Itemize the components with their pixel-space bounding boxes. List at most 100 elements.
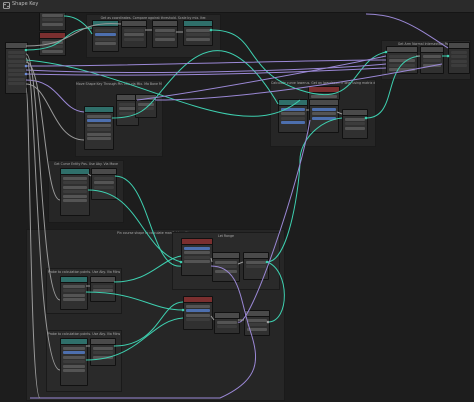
- node-header: [215, 313, 239, 319]
- node-field[interactable]: [63, 176, 87, 180]
- node-field[interactable]: [42, 49, 63, 53]
- node-field[interactable]: [63, 346, 85, 350]
- math-node-bc-3[interactable]: [244, 310, 270, 336]
- node-field[interactable]: [247, 327, 267, 331]
- node-row: [94, 176, 114, 180]
- math-node-tc-4[interactable]: [183, 20, 213, 46]
- node-field[interactable]: [345, 126, 365, 130]
- compare-node-rt-1[interactable]: [386, 46, 418, 74]
- node-field[interactable]: [217, 320, 237, 324]
- node-header: [61, 277, 87, 283]
- node-field[interactable]: [389, 59, 415, 62]
- range-node-bi-2[interactable]: [212, 252, 240, 282]
- math-node-tc-1[interactable]: [92, 20, 119, 52]
- node-field[interactable]: [389, 68, 415, 71]
- node-field[interactable]: [186, 28, 210, 32]
- node-header: [184, 297, 212, 303]
- group-output-node[interactable]: [448, 42, 470, 74]
- node-field[interactable]: [247, 318, 267, 322]
- node-editor-icon[interactable]: [3, 2, 10, 9]
- node-field[interactable]: [311, 94, 337, 98]
- node-field[interactable]: [155, 37, 175, 41]
- node-field[interactable]: [93, 346, 113, 350]
- node-field[interactable]: [93, 289, 113, 292]
- node-header: [244, 253, 268, 259]
- group-node-bc-1[interactable]: [183, 296, 213, 330]
- node-field[interactable]: [281, 107, 305, 111]
- node-field[interactable]: [95, 33, 116, 36]
- node-field[interactable]: [63, 351, 85, 354]
- range-node-bi-1[interactable]: [181, 238, 213, 276]
- node-field[interactable]: [184, 246, 210, 250]
- node-field[interactable]: [138, 102, 154, 106]
- node-field[interactable]: [186, 313, 210, 317]
- node-row: [451, 55, 467, 58]
- node-field[interactable]: [95, 42, 116, 45]
- node-field[interactable]: [63, 298, 85, 301]
- node-field[interactable]: [63, 284, 85, 288]
- node-field[interactable]: [87, 137, 111, 140]
- node-field[interactable]: [155, 28, 175, 32]
- node-field[interactable]: [186, 309, 210, 312]
- vector-node-ml-3[interactable]: [135, 94, 157, 118]
- node-field[interactable]: [423, 63, 441, 67]
- probe-node-ls2-1[interactable]: [60, 338, 88, 386]
- node-row: [63, 360, 85, 363]
- node-field[interactable]: [312, 116, 336, 120]
- position-node-ll-1[interactable]: [60, 168, 90, 216]
- node-field[interactable]: [87, 132, 111, 136]
- matrix-node-rm-4[interactable]: [342, 109, 368, 139]
- probe-node-ls1-2[interactable]: [90, 276, 116, 302]
- node-field[interactable]: [423, 54, 441, 58]
- math-node-tc-3[interactable]: [152, 20, 178, 48]
- node-field[interactable]: [42, 22, 63, 26]
- node-row: [42, 45, 63, 48]
- node-row: [451, 64, 467, 67]
- node-field[interactable]: [93, 355, 113, 359]
- node-field[interactable]: [215, 260, 237, 264]
- node-field[interactable]: [246, 260, 266, 264]
- node-field[interactable]: [87, 123, 111, 127]
- node-header: [182, 239, 212, 245]
- position-node-ll-2[interactable]: [91, 168, 117, 200]
- node-field[interactable]: [281, 112, 305, 115]
- math-node-bc-2[interactable]: [214, 312, 240, 334]
- range-node-bi-3[interactable]: [243, 252, 269, 280]
- node-field[interactable]: [186, 37, 210, 41]
- vector-node-ml-1[interactable]: [84, 106, 114, 150]
- node-field[interactable]: [119, 107, 136, 110]
- node-field[interactable]: [87, 119, 111, 122]
- node-field[interactable]: [184, 260, 210, 263]
- node-field[interactable]: [186, 304, 210, 308]
- node-field[interactable]: [312, 112, 336, 115]
- node-field[interactable]: [63, 364, 85, 368]
- node-field[interactable]: [63, 293, 85, 297]
- probe-node-ls2-2[interactable]: [90, 338, 116, 366]
- node-field[interactable]: [345, 117, 365, 121]
- math-node-tc-2[interactable]: [121, 20, 147, 48]
- node-field[interactable]: [87, 114, 111, 118]
- node-field[interactable]: [42, 13, 63, 17]
- node-field[interactable]: [42, 40, 63, 44]
- node-row: [423, 59, 441, 62]
- matrix-node-rm-1[interactable]: [278, 99, 308, 133]
- node-field[interactable]: [94, 181, 114, 184]
- compare-node-rt-2[interactable]: [420, 46, 444, 74]
- node-field[interactable]: [312, 107, 336, 111]
- node-header: [279, 100, 307, 106]
- node-field[interactable]: [63, 185, 87, 189]
- node-field[interactable]: [63, 194, 87, 198]
- node-row: [42, 18, 63, 21]
- matrix-node-rm-2[interactable]: [309, 99, 339, 133]
- node-field[interactable]: [184, 251, 210, 254]
- node-field[interactable]: [63, 355, 85, 359]
- node-field[interactable]: [63, 369, 85, 372]
- node-field[interactable]: [124, 33, 144, 36]
- group-node-top-2[interactable]: [39, 32, 66, 56]
- group-input-node[interactable]: [5, 42, 28, 94]
- probe-node-ls1-1[interactable]: [60, 276, 88, 310]
- node-field[interactable]: [215, 269, 237, 273]
- node-field[interactable]: [63, 199, 87, 202]
- node-field[interactable]: [281, 121, 305, 124]
- group-node-rm-3[interactable]: [308, 86, 340, 100]
